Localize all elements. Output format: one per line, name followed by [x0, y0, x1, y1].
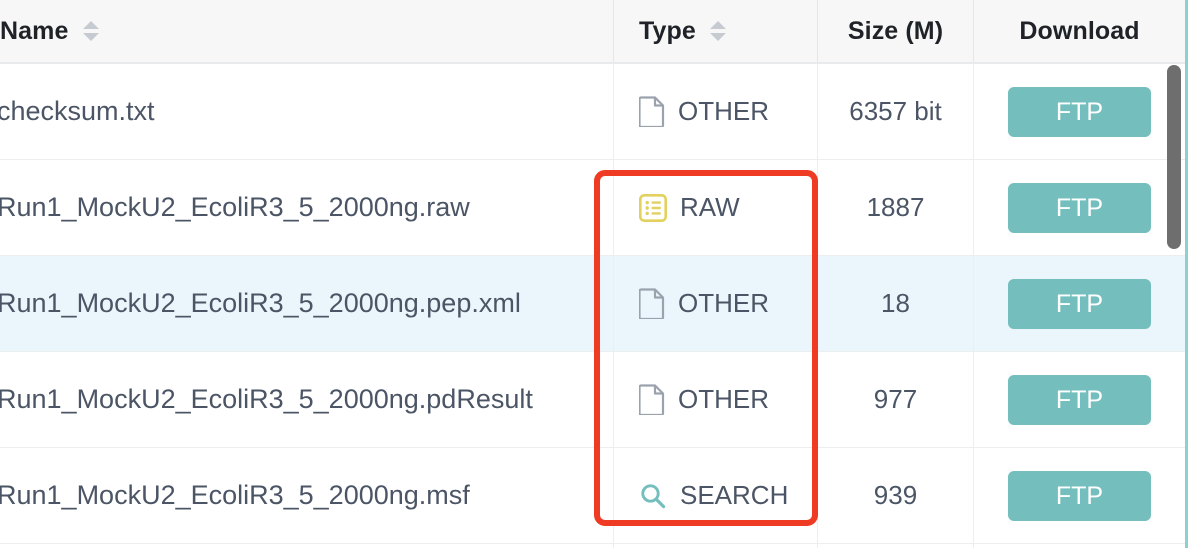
- column-header-size-label: Size (M): [847, 16, 944, 45]
- magnifier-search-icon: [639, 482, 667, 510]
- ftp-download-button[interactable]: FTP: [1008, 470, 1151, 521]
- cell-size: 18: [818, 256, 974, 351]
- file-listing-table-screen: Name Type Size (M) Download checksum.txt…: [0, 0, 1188, 548]
- cell-name[interactable]: Run1_MockU2_EcoliR3_5_2000ng.pdResult: [0, 352, 614, 447]
- table-row[interactable]: Run1_MockU2_EcoliR3_5_2000ng.pep.xml OTH…: [0, 256, 1185, 352]
- ftp-download-button[interactable]: FTP: [1008, 278, 1151, 329]
- cell-download: FTP: [974, 64, 1185, 159]
- file-type-label: OTHER: [678, 96, 769, 126]
- cell-name: [0, 544, 614, 548]
- ftp-download-button[interactable]: FTP: [1008, 374, 1151, 425]
- column-header-type[interactable]: Type: [614, 0, 818, 62]
- table-row[interactable]: Run1_MockU2_EcoliR3_5_2000ng.msf SEARCH …: [0, 448, 1185, 544]
- file-name-label: Run1_MockU2_EcoliR3_5_2000ng.pdResult: [0, 384, 533, 414]
- cell-type: SEARCH: [614, 448, 818, 543]
- cell-download: [974, 544, 1185, 548]
- cell-name[interactable]: Run1_MockU2_EcoliR3_5_2000ng.raw: [0, 160, 614, 255]
- ftp-download-button[interactable]: FTP: [1008, 182, 1151, 233]
- sort-ascending-arrow-icon: [709, 21, 726, 29]
- sort-updown-icon[interactable]: [82, 18, 99, 44]
- cell-type: OTHER: [614, 352, 818, 447]
- sort-descending-arrow-icon: [709, 33, 726, 41]
- table-row[interactable]: Run1_MockU2_EcoliR3_5_2000ng.pdResult OT…: [0, 352, 1185, 448]
- cell-size: 6357 bit: [818, 64, 974, 159]
- column-header-download-label: Download: [1019, 16, 1140, 45]
- file-name-label: Run1_MockU2_EcoliR3_5_2000ng.pep.xml: [0, 288, 521, 318]
- file-table: Name Type Size (M) Download checksum.txt…: [0, 0, 1185, 548]
- file-size-label: 1887: [866, 192, 925, 222]
- table-row-partial[interactable]: [0, 544, 1185, 548]
- sort-ascending-arrow-icon: [82, 21, 99, 29]
- file-name-label: checksum.txt: [0, 96, 155, 126]
- cell-size: 1887: [818, 160, 974, 255]
- table-header-row: Name Type Size (M) Download: [0, 0, 1185, 64]
- file-size-label: 18: [881, 288, 910, 318]
- scrollbar-thumb[interactable]: [1167, 65, 1181, 249]
- file-type-label: RAW: [680, 192, 740, 222]
- column-header-size[interactable]: Size (M): [818, 0, 974, 62]
- column-header-name-label: Name: [0, 16, 69, 45]
- file-size-label: 6357 bit: [849, 96, 942, 126]
- cell-type: RAW: [614, 160, 818, 255]
- column-header-download: Download: [974, 0, 1185, 62]
- cell-type: OTHER: [614, 256, 818, 351]
- vertical-scrollbar[interactable]: [1163, 64, 1185, 548]
- cell-type: [614, 544, 818, 548]
- table-row[interactable]: checksum.txt OTHER 6357 bit FTP: [0, 64, 1185, 160]
- file-document-icon: [639, 96, 665, 127]
- cell-download: FTP: [974, 352, 1185, 447]
- list-raw-icon: [639, 193, 667, 222]
- cell-size: 977: [818, 352, 974, 447]
- file-type-label: OTHER: [678, 288, 769, 318]
- file-type-label: OTHER: [678, 384, 769, 414]
- column-header-type-label: Type: [639, 16, 696, 45]
- file-document-icon: [639, 384, 665, 415]
- cell-download: FTP: [974, 160, 1185, 255]
- cell-download: FTP: [974, 256, 1185, 351]
- cell-type: OTHER: [614, 64, 818, 159]
- sort-descending-arrow-icon: [82, 33, 99, 41]
- column-header-name[interactable]: Name: [0, 0, 614, 62]
- table-row[interactable]: Run1_MockU2_EcoliR3_5_2000ng.raw RAW 188…: [0, 160, 1185, 256]
- file-name-label: Run1_MockU2_EcoliR3_5_2000ng.msf: [0, 480, 470, 510]
- file-size-label: 939: [873, 480, 918, 510]
- file-name-label: Run1_MockU2_EcoliR3_5_2000ng.raw: [0, 192, 470, 222]
- cell-name[interactable]: Run1_MockU2_EcoliR3_5_2000ng.msf: [0, 448, 614, 543]
- file-document-icon: [639, 288, 665, 319]
- ftp-download-button[interactable]: FTP: [1008, 86, 1151, 137]
- cell-download: FTP: [974, 448, 1185, 543]
- cell-size: 939: [818, 448, 974, 543]
- cell-name[interactable]: Run1_MockU2_EcoliR3_5_2000ng.pep.xml: [0, 256, 614, 351]
- sort-updown-icon[interactable]: [709, 18, 726, 44]
- file-size-label: 977: [873, 384, 918, 414]
- cell-size: [818, 544, 974, 548]
- cell-name[interactable]: checksum.txt: [0, 64, 614, 159]
- file-type-label: SEARCH: [680, 480, 789, 510]
